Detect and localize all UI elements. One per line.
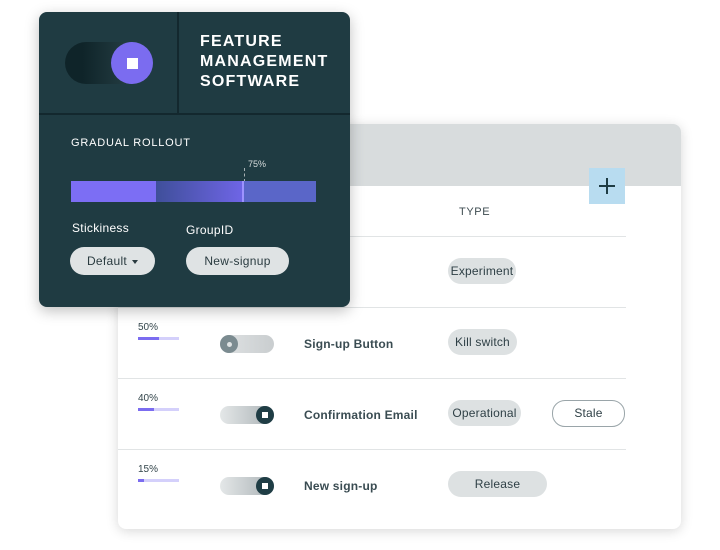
gradual-rollout-label: GRADUAL ROLLOUT (71, 137, 191, 149)
stickiness-dropdown[interactable]: Default (70, 247, 155, 275)
product-title-line: SOFTWARE (200, 73, 301, 90)
rollout-segment (71, 181, 156, 202)
rollout-percent: 50% (138, 322, 159, 333)
plus-icon (599, 178, 615, 194)
type-chip: Release (448, 471, 547, 497)
gradual-rollout-panel: FEATURE MANAGEMENT SOFTWARE GRADUAL ROLL… (39, 12, 350, 307)
add-feature-button[interactable] (589, 168, 625, 204)
stickiness-label: Stickiness (72, 221, 130, 235)
feature-toggle[interactable] (220, 477, 274, 495)
feature-name: Sign-up Button (304, 337, 394, 351)
toggle-knob (256, 477, 274, 495)
product-title: FEATURE MANAGEMENT SOFTWARE (200, 32, 340, 92)
rollout-mini-bar-fill (138, 408, 155, 411)
panel-divider-horizontal (39, 113, 350, 115)
rollout-mini-bar (138, 337, 179, 340)
feature-name: Confirmation Email (304, 408, 418, 422)
rollout-mini-bar (138, 479, 179, 482)
toggle-knob (220, 335, 238, 353)
groupid-value-pill[interactable]: New-signup (186, 247, 289, 275)
type-chip: Experiment (448, 258, 516, 284)
table-row[interactable]: 15% New sign-up Release (118, 450, 681, 520)
product-title-line: MANAGEMENT (200, 53, 329, 70)
rollout-segment (243, 181, 316, 202)
rollout-slider-handle[interactable] (242, 181, 244, 202)
table-row[interactable]: 40% Confirmation Email Operational Stale (118, 379, 681, 449)
stale-chip: Stale (552, 400, 625, 427)
groupid-label: GroupID (186, 223, 234, 237)
feature-toggle[interactable] (220, 335, 274, 353)
rollout-segment (156, 181, 243, 202)
rollout-percent: 15% (138, 464, 159, 475)
type-chip: Operational (448, 400, 521, 426)
rollout-mini-bar-fill (138, 337, 159, 340)
feature-name: New sign-up (304, 479, 378, 493)
rollout-percent-marker (244, 168, 245, 182)
type-chip: Kill switch (448, 329, 517, 355)
toggle-knob (256, 406, 274, 424)
table-row[interactable]: 50% Sign-up Button Kill switch (118, 308, 681, 378)
rollout-percent-label: 75% (248, 159, 267, 169)
product-title-line: FEATURE (200, 33, 283, 50)
rollout-slider[interactable] (71, 181, 316, 202)
column-header-type: TYPE (459, 206, 491, 218)
groupid-value: New-signup (204, 254, 271, 268)
caret-down-icon (132, 259, 139, 264)
panel-divider-vertical (177, 12, 179, 113)
feature-master-toggle[interactable] (65, 42, 153, 84)
rollout-mini-bar-fill (138, 479, 145, 482)
feature-toggle[interactable] (220, 406, 274, 424)
rollout-mini-bar (138, 408, 179, 411)
stickiness-value: Default (86, 254, 128, 268)
toggle-knob (111, 42, 153, 84)
rollout-percent: 40% (138, 393, 159, 404)
